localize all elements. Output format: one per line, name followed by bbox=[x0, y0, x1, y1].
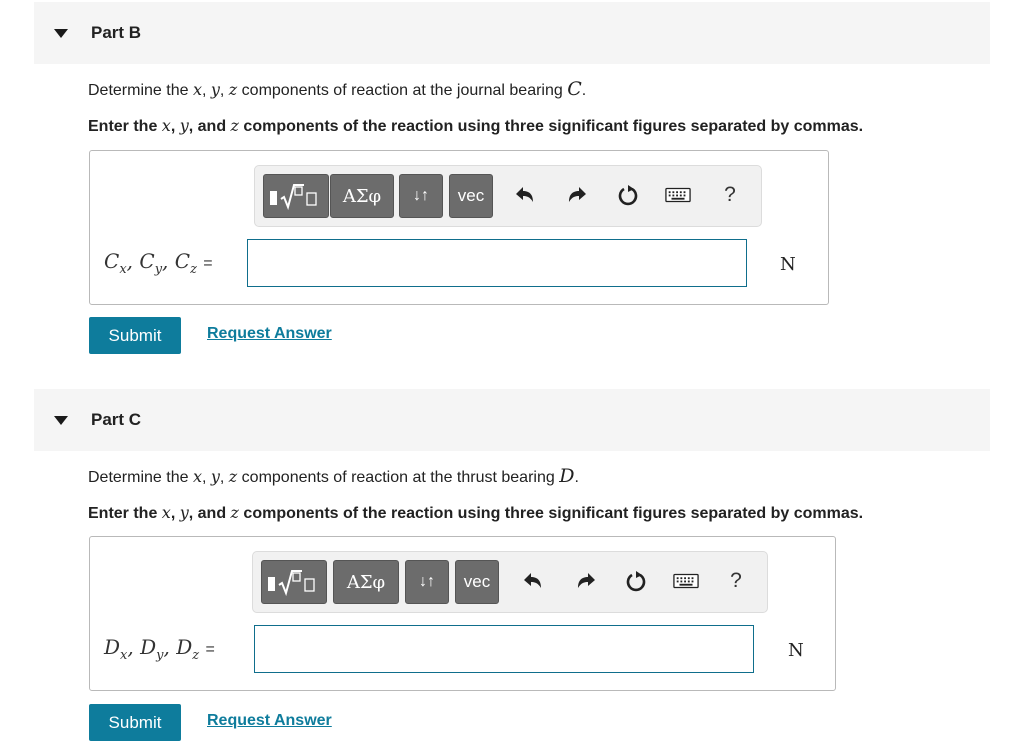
part-c-submit-button[interactable]: Submit bbox=[89, 704, 181, 741]
redo-icon[interactable] bbox=[564, 182, 590, 208]
templates-button[interactable] bbox=[263, 174, 329, 218]
arrows-button[interactable]: ↓↑ bbox=[405, 560, 449, 604]
part-b-instructions: Enter the x, y, and z components of the … bbox=[88, 116, 864, 135]
greek-button[interactable]: ΑΣφ bbox=[333, 560, 399, 604]
undo-icon[interactable] bbox=[520, 568, 546, 594]
part-b-title: Part B bbox=[91, 23, 142, 42]
redo-icon[interactable] bbox=[573, 568, 599, 594]
caret-down-icon[interactable] bbox=[54, 415, 68, 425]
templates-icon bbox=[268, 570, 315, 597]
part-b-equation-label: Cx, Cy, Cz = bbox=[104, 249, 213, 277]
part-b-answer-box: ΑΣφ ↓↑ vec ? Cx, Cy, Cz = N bbox=[89, 150, 829, 305]
reset-icon[interactable] bbox=[623, 568, 649, 594]
part-b-answer-input[interactable] bbox=[247, 239, 747, 287]
part-b-header[interactable]: Part B bbox=[34, 2, 990, 64]
help-button[interactable]: ? bbox=[717, 182, 743, 208]
part-b-submit-button[interactable]: Submit bbox=[89, 317, 181, 354]
part-c-answer-box: ΑΣφ ↓↑ vec ? Dx, Dy, Dz = N bbox=[89, 536, 836, 691]
reset-icon[interactable] bbox=[615, 182, 641, 208]
part-c-request-answer-link[interactable]: Request Answer bbox=[207, 712, 332, 730]
math-toolbar: ΑΣφ ↓↑ vec ? bbox=[254, 165, 762, 227]
templates-button[interactable] bbox=[261, 560, 327, 604]
vec-button[interactable]: vec bbox=[449, 174, 493, 218]
vec-button[interactable]: vec bbox=[455, 560, 499, 604]
templates-icon bbox=[270, 184, 317, 211]
greek-button[interactable]: ΑΣφ bbox=[330, 174, 394, 218]
part-c-header[interactable]: Part C bbox=[34, 389, 990, 451]
part-c-equation-label: Dx, Dy, Dz = bbox=[104, 635, 215, 663]
help-button[interactable]: ? bbox=[723, 568, 749, 594]
part-b-unit: N bbox=[780, 254, 796, 275]
keyboard-icon[interactable] bbox=[665, 182, 691, 208]
part-c-instructions: Enter the x, y, and z components of the … bbox=[88, 503, 864, 522]
keyboard-icon[interactable] bbox=[673, 568, 699, 594]
part-c-title: Part C bbox=[91, 410, 142, 429]
arrows-button[interactable]: ↓↑ bbox=[399, 174, 443, 218]
part-c-unit: N bbox=[788, 640, 804, 661]
caret-down-icon[interactable] bbox=[54, 28, 68, 38]
undo-icon[interactable] bbox=[512, 182, 538, 208]
part-b-prompt: Determine the x, y, z components of reac… bbox=[88, 78, 587, 100]
part-b-request-answer-link[interactable]: Request Answer bbox=[207, 325, 332, 343]
part-c-prompt: Determine the x, y, z components of reac… bbox=[88, 465, 579, 487]
part-c-answer-input[interactable] bbox=[254, 625, 754, 673]
math-toolbar: ΑΣφ ↓↑ vec ? bbox=[252, 551, 768, 613]
